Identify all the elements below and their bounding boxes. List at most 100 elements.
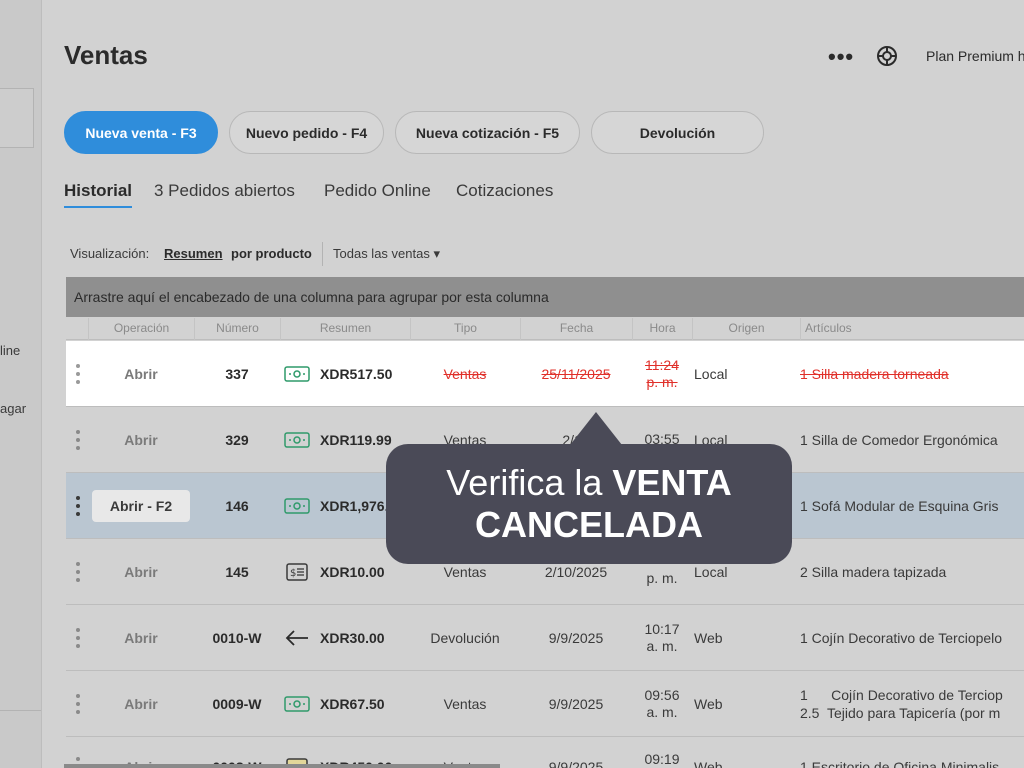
sale-time: 11:24 p. m.	[632, 341, 692, 406]
column-header-origen[interactable]: Origen	[692, 318, 800, 340]
sale-articles: 1 Silla madera torneada	[800, 341, 1024, 406]
table-row[interactable]: Abrir 337 XDR517.50 Ventas 25/11/2025 11…	[66, 341, 1024, 407]
article-line: 1 Silla de Comedor Ergonómica	[800, 431, 998, 448]
new-order-button[interactable]: Nuevo pedido - F4	[229, 111, 384, 154]
sidebar-divider	[0, 710, 41, 711]
new-sale-button[interactable]: Nueva venta - F3	[64, 111, 218, 154]
sale-number: 0009-W	[212, 695, 262, 712]
sale-type: Ventas	[443, 695, 487, 712]
sale-origin: Web	[694, 695, 723, 712]
column-header-numero[interactable]: Número	[194, 318, 280, 340]
tab-pedido-online[interactable]: Pedido Online	[324, 181, 431, 201]
callout-line-2: CANCELADA	[475, 504, 703, 545]
sale-articles: 1 Cojín Decorativo de Terciop 2.5 Tejido …	[800, 671, 1024, 736]
sale-articles: 1 Cojín Decorativo de Terciopelo	[800, 605, 1024, 670]
sale-origin: Local	[694, 365, 728, 382]
sale-time-period: a. m.	[646, 703, 678, 720]
sidebar-item-venta-online[interactable]: line	[0, 343, 20, 358]
table-row[interactable]: Abrir 0010-W XDR30.00 Devolución 9/9/202…	[66, 605, 1024, 671]
sale-articles: 1 Escritorio de Oficina Minimalis	[800, 737, 1024, 768]
row-menu-icon[interactable]	[74, 671, 82, 736]
article-line: 1 Cojín Decorativo de Terciop	[800, 686, 1003, 703]
tab-historial[interactable]: Historial	[64, 181, 132, 201]
column-header-resumen[interactable]: Resumen	[280, 318, 410, 340]
tab-pedidos-abiertos[interactable]: 3 Pedidos abiertos	[154, 181, 295, 201]
article-line: 1 Escritorio de Oficina Minimalis	[800, 759, 1000, 768]
column-header-operacion[interactable]: Operación	[88, 318, 194, 340]
row-menu-icon[interactable]	[74, 473, 82, 538]
view-separator	[322, 242, 323, 266]
svg-text:$: $	[290, 568, 296, 579]
money-icon	[284, 473, 310, 538]
more-horizontal-icon[interactable]: •••	[828, 44, 854, 70]
sale-time-value: 10:17	[644, 620, 680, 637]
sale-articles: 2 Silla madera tapizada	[800, 539, 1024, 604]
sale-time: 10:17 a. m.	[632, 605, 692, 670]
new-quote-button[interactable]: Nueva cotización - F5	[395, 111, 580, 154]
article-line: 2.5 Tejido para Tapicería (por m	[800, 704, 1001, 721]
callout-emphasis: VENTA	[612, 462, 732, 503]
row-menu-icon[interactable]	[74, 539, 82, 604]
sale-origin: Web	[694, 759, 723, 768]
sale-amount: XDR30.00	[320, 629, 385, 646]
plan-label[interactable]: Plan Premium h	[926, 48, 1024, 64]
open-sale-button[interactable]: Abrir	[88, 605, 194, 670]
receipt-icon: $	[284, 539, 310, 604]
return-button[interactable]: Devolución	[591, 111, 764, 154]
column-header-fecha[interactable]: Fecha	[520, 318, 632, 340]
row-menu-icon[interactable]	[74, 407, 82, 472]
sale-time-value: 09:19	[644, 750, 680, 767]
view-summary-option[interactable]: Resumen	[164, 246, 223, 261]
sale-time-period: a. m.	[646, 637, 678, 654]
sale-time: 09:19	[632, 737, 692, 768]
tutorial-callout: Verifica la VENTA CANCELADA	[386, 412, 792, 564]
horizontal-scrollbar[interactable]	[64, 764, 500, 768]
sidebar: line agar	[0, 0, 42, 768]
sale-number: 337	[225, 365, 249, 382]
article-line: 1 Silla madera torneada	[800, 365, 949, 382]
sale-number: 145	[225, 563, 249, 580]
tab-active-indicator	[64, 206, 132, 208]
page-title: Ventas	[64, 40, 148, 70]
row-menu-icon[interactable]	[74, 341, 82, 406]
sale-origin: Web	[694, 629, 723, 646]
tab-cotizaciones[interactable]: Cotizaciones	[456, 181, 553, 201]
sale-time-value: 09:56	[644, 686, 680, 703]
money-icon	[284, 341, 310, 406]
sale-time-value: 11:24	[645, 356, 679, 373]
lifebuoy-icon[interactable]	[876, 45, 898, 67]
table-header: Operación Número Resumen Tipo Fecha Hora…	[66, 318, 1024, 340]
column-header-hora[interactable]: Hora	[632, 318, 692, 340]
row-menu-icon[interactable]	[74, 605, 82, 670]
money-icon	[284, 407, 310, 472]
sidebar-selected-item[interactable]	[0, 88, 34, 148]
article-line: 1 Cojín Decorativo de Terciopelo	[800, 629, 1003, 646]
open-sale-button[interactable]: Abrir	[88, 407, 194, 472]
open-sale-f2-button[interactable]: Abrir - F2	[91, 489, 191, 522]
group-by-drop-zone[interactable]: Arrastre aquí el encabezado de una colum…	[66, 277, 1024, 317]
callout-line-1: Verifica la VENTA	[446, 462, 731, 504]
column-header-articulos[interactable]: Artículos	[800, 318, 1024, 340]
open-sale-button[interactable]: Abrir - F2	[88, 473, 194, 538]
sale-number: 146	[225, 497, 249, 514]
open-sale-button[interactable]: Abrir	[88, 341, 194, 406]
open-sale-button[interactable]: Abrir	[88, 671, 194, 736]
sales-filter-dropdown[interactable]: Todas las ventas ▾	[333, 246, 440, 262]
view-label: Visualización:	[70, 246, 150, 261]
column-header-tipo[interactable]: Tipo	[410, 318, 520, 340]
open-sale-button[interactable]: Abrir	[88, 539, 194, 604]
sale-date: 9/9/2025	[548, 629, 604, 646]
sale-type: Devolución	[430, 629, 500, 646]
main-content: Ventas ••• Plan Premium h Nueva venta - …	[42, 0, 1024, 768]
sale-type: Ventas	[443, 365, 487, 382]
sale-time-period: p. m.	[646, 570, 678, 586]
view-by-product-option[interactable]: por producto	[231, 246, 312, 261]
sale-amount: XDR517.50	[320, 365, 393, 382]
table-row[interactable]: Abrir 0009-W XDR67.50 Ventas 9/9/2025 09…	[66, 671, 1024, 737]
sidebar-item-por-pagar[interactable]: agar	[0, 401, 26, 416]
sale-date: 9/9/2025	[548, 759, 604, 768]
money-icon	[284, 671, 310, 736]
callout-prefix: Verifica la	[446, 462, 613, 503]
sale-time-period: p. m.	[646, 373, 678, 390]
article-line: 2 Silla madera tapizada	[800, 563, 947, 580]
